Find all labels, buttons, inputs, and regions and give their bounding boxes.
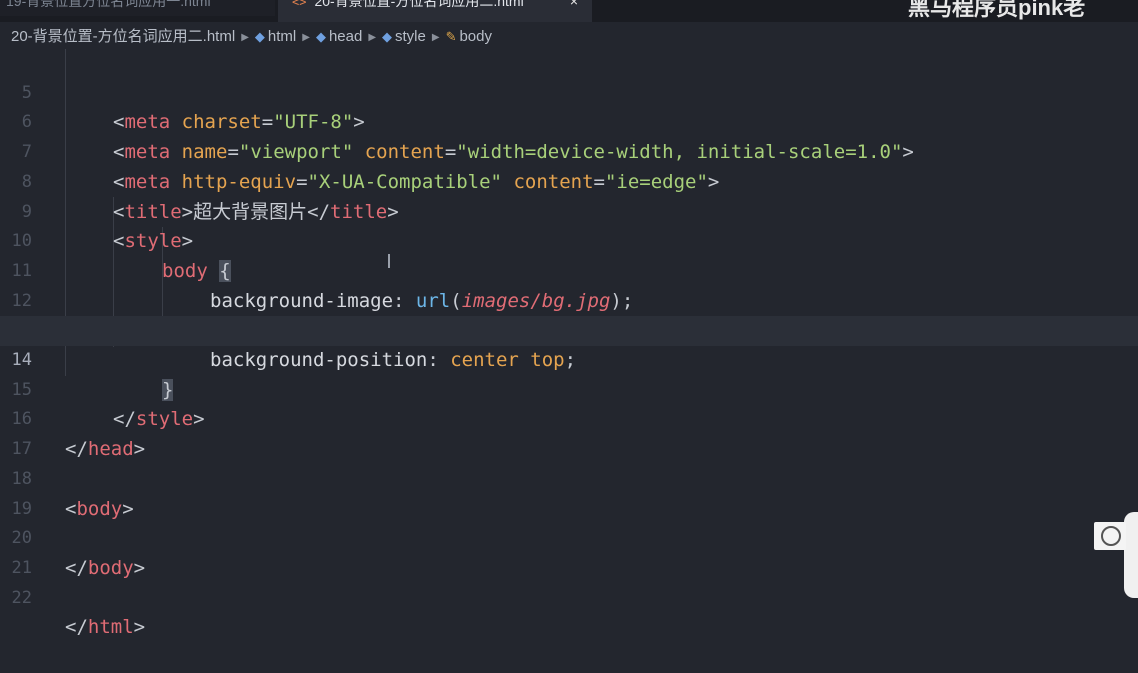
code-line[interactable]: 10 body { (0, 198, 1138, 282)
code-line[interactable]: 12 background-repeat: no-repeat; (0, 257, 1138, 342)
watermark: 黑马程序员pink老 (908, 0, 1086, 20)
code-line[interactable]: 7 <meta http-equiv="X-UA-Compatible" con… (0, 108, 1138, 193)
code-line[interactable]: 11 background-image: url(images/bg.jpg); (0, 227, 1138, 312)
cube-icon: ◆ (382, 29, 393, 44)
breadcrumb: 20-背景位置-方位名词应用二.html ▶ ◆ html ▶ ◆ head ▶ ◆ style ▶… (0, 25, 1138, 49)
close-icon[interactable]: × (570, 0, 578, 8)
breadcrumb-file[interactable]: 20-背景位置-方位名词应用二.html (11, 28, 235, 45)
chevron-right-icon: ▶ (241, 32, 249, 43)
code-line[interactable]: 22 </html> (0, 554, 1138, 639)
code-line[interactable]: 15 </style> (0, 346, 1138, 431)
code-editor[interactable]: 5 <meta charset="UTF-8"> 6 <meta name="v… (0, 49, 1138, 662)
code-line[interactable]: 13 background-position: center top; (0, 287, 1138, 371)
text-cursor-icon (388, 254, 390, 268)
breadcrumb-item-head[interactable]: head (329, 28, 362, 45)
breadcrumb-item-body[interactable]: body (459, 28, 492, 45)
line-number: 22 (11, 587, 32, 608)
tab-bar: 19-背景位置方位名词应用一.html <> 20-背景位置-方位名词应用二.ht… (0, 0, 1138, 22)
breadcrumb-item-html[interactable]: html (268, 28, 296, 45)
cube-icon: ◆ (315, 29, 326, 44)
tag-icon: ✎ (445, 29, 457, 44)
tab-label: 20-背景位置-方位名词应用二.html (314, 0, 524, 9)
code-line[interactable]: 6 <meta name="viewport" content="width=d… (0, 79, 1138, 163)
chevron-right-icon: ▶ (368, 32, 377, 43)
circle-icon (1101, 526, 1121, 546)
code-line[interactable]: 17 (0, 405, 1138, 459)
code-line[interactable]: 5 <meta charset="UTF-8"> (0, 49, 1138, 134)
breadcrumb-item-style[interactable]: style (395, 28, 426, 45)
code-file-icon: <> (292, 0, 307, 9)
code-line[interactable]: 8 <title>超大背景图片</title> (0, 138, 1138, 223)
tag-name: html (87, 616, 134, 639)
code-line[interactable]: 9 <style> (0, 168, 1138, 253)
code-line[interactable]: 18 <body> (0, 435, 1138, 520)
tab-file-19[interactable]: 19-背景位置方位名词应用一.html (0, 0, 275, 16)
cube-icon: ◆ (254, 29, 265, 44)
tab-file-20[interactable]: <> 20-背景位置-方位名词应用二.html × (278, 0, 592, 22)
tab-label: 19-背景位置方位名词应用一.html (6, 0, 211, 9)
code-line[interactable]: 19 (0, 465, 1138, 519)
floating-widget[interactable] (1094, 522, 1126, 550)
code-line[interactable]: 16 </head> (0, 376, 1138, 460)
chevron-right-icon: ▶ (431, 32, 440, 43)
code-line[interactable]: 20 </body> (0, 495, 1138, 579)
side-panel-handle[interactable] (1124, 512, 1138, 598)
code-line[interactable]: 21 (0, 524, 1138, 578)
code-line-current[interactable]: 14 } (0, 316, 1138, 401)
chevron-right-icon: ▶ (302, 32, 310, 43)
